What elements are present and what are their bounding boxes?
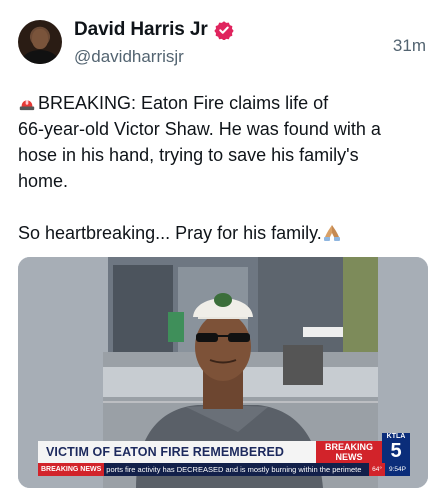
author-avatar[interactable]: [18, 20, 62, 64]
post-header: David Harris Jr @davidharrisjr 31m: [0, 0, 446, 80]
breaking-line-1: BREAKING: [324, 442, 373, 452]
lower-third-title-bar: VICTIM OF EATON FIRE REMEMBERED: [38, 441, 316, 463]
author-handle[interactable]: @davidharrisjr: [74, 47, 184, 67]
author-name-row: David Harris Jr: [74, 19, 234, 41]
news-ticker: BREAKING NEWS ports fire activity has DE…: [38, 463, 410, 476]
ticker-label: BREAKING NEWS: [38, 463, 105, 476]
post-text-line: BREAKING: Eaton Fire claims life of: [18, 90, 434, 116]
avatar-face: [32, 29, 48, 49]
folded-hands-icon: [323, 225, 340, 241]
ticker-text: ports fire activity has DECREASED and is…: [106, 465, 362, 474]
ticker-temperature: 64°: [369, 463, 385, 476]
lower-third-title: VICTIM OF EATON FIRE REMEMBERED: [46, 445, 285, 459]
post-text-line-3: hose in his hand, trying to save his fam…: [18, 145, 359, 165]
news-video-still[interactable]: VICTIM OF EATON FIRE REMEMBERED BREAKING…: [18, 257, 428, 488]
breaking-line-2: NEWS: [335, 452, 363, 462]
ticker-time: 9:54P: [385, 463, 410, 476]
post-text-line-1: BREAKING: Eaton Fire claims life of: [38, 93, 329, 113]
verified-badge-icon: [214, 21, 234, 40]
post-text: BREAKING: Eaton Fire claims life of 66-y…: [18, 90, 434, 246]
avatar-shoulders: [22, 50, 58, 64]
post-timestamp[interactable]: 31m: [393, 36, 426, 56]
station-number: 5: [390, 440, 402, 462]
post-text-line-4: home.: [18, 171, 69, 191]
post-text-closing-line: So heartbreaking... Pray for his family.: [18, 220, 434, 246]
post-text-line-2: 66-year-old Victor Shaw. He was found wi…: [18, 119, 381, 139]
station-logo: KTLA 5: [382, 433, 410, 463]
breaking-news-badge: BREAKING NEWS: [316, 441, 382, 463]
author-name[interactable]: David Harris Jr: [74, 19, 208, 41]
police-light-icon: [19, 100, 35, 111]
post-text-closing: So heartbreaking... Pray for his family.: [18, 223, 322, 243]
